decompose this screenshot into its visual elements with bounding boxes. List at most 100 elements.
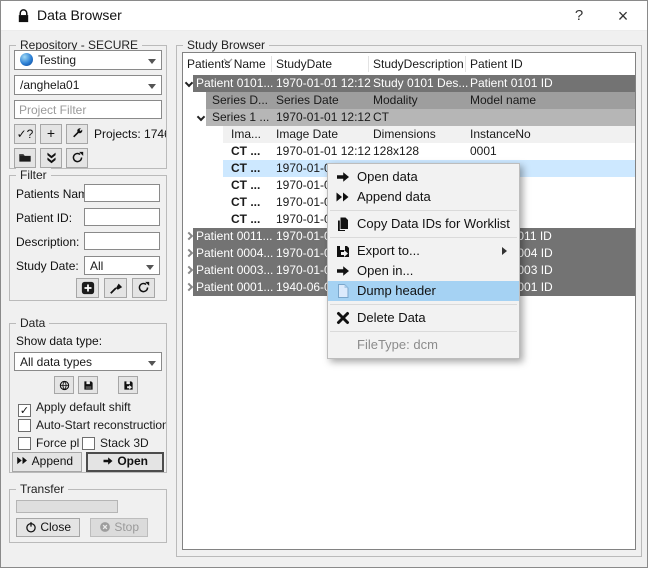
menu-separator xyxy=(330,210,517,211)
cell: CT ... xyxy=(231,211,260,228)
stack-3d-checkbox[interactable]: Stack 3D xyxy=(82,436,166,450)
cell: 1970-01-0 xyxy=(276,228,331,245)
chevron-down-icon xyxy=(148,59,156,68)
patients-name-label: Patients Name xyxy=(16,187,84,201)
table-row[interactable]: Patient 0101...1970-01-01 12:12Study 010… xyxy=(183,75,635,92)
menu-item-dump-header[interactable]: Dump header xyxy=(328,281,519,301)
arrow-right-icon xyxy=(335,169,351,185)
cell: Image Date xyxy=(276,126,338,143)
projects-count-label: Projects: 1746/1 xyxy=(94,127,166,141)
cell: 1970-01-01 12:12 xyxy=(276,109,371,126)
project-filter-input[interactable] xyxy=(14,100,162,119)
apply-default-shift-checkbox[interactable]: ✓Apply default shift xyxy=(18,400,164,417)
table-row[interactable]: CT ...1970-01-01 12:12128x1280001 xyxy=(183,143,635,160)
table-row[interactable]: Ima...Image DateDimensionsInstanceNo xyxy=(183,126,635,143)
menu-item-copy-data-ids-for-worklist[interactable]: Copy Data IDs for Worklist xyxy=(328,214,519,234)
open-project-button[interactable] xyxy=(14,148,36,168)
menu-item-label: Append data xyxy=(357,189,431,204)
close-window-button[interactable]: × xyxy=(605,1,641,31)
chevron-right-icon[interactable] xyxy=(185,283,193,291)
cell: Dimensions xyxy=(373,126,436,143)
menu-item-append-data[interactable]: Append data xyxy=(328,187,519,207)
study-browser-label: Study Browser xyxy=(183,38,269,52)
cell: Patient 0011... xyxy=(196,228,273,245)
data-type-value: All data types xyxy=(20,355,92,369)
table-header: Patients Name StudyDate StudyDescription… xyxy=(183,53,635,75)
refresh-icon xyxy=(71,151,84,165)
transfer-group-label: Transfer xyxy=(16,482,68,496)
column-header-study-description[interactable]: StudyDescription xyxy=(373,57,464,71)
globe-icon xyxy=(59,378,70,392)
delete-icon xyxy=(335,310,351,326)
description-input[interactable] xyxy=(84,232,160,250)
save-arrow-icon xyxy=(123,378,134,392)
server-select-value: Testing xyxy=(38,53,76,67)
menu-item-label: Export to... xyxy=(357,243,420,258)
menu-item-delete-data[interactable]: Delete Data xyxy=(328,308,519,328)
clear-filter-button[interactable] xyxy=(104,278,127,298)
menu-item-filetype-dcm: FileType: dcm xyxy=(328,335,519,355)
settings-button[interactable] xyxy=(66,124,88,144)
column-header-patients-name[interactable]: Patients Name xyxy=(187,57,266,71)
force-planar-checkbox[interactable]: Force pl xyxy=(18,436,80,450)
stop-transfer-button[interactable]: Stop xyxy=(90,518,148,537)
save-icon xyxy=(83,378,94,392)
menu-separator xyxy=(330,331,517,332)
menu-item-label: Open in... xyxy=(357,263,413,278)
row-band xyxy=(206,92,635,109)
user-select[interactable]: /anghela01 xyxy=(14,75,162,95)
cell: 0001 xyxy=(470,143,497,160)
cell: 1970-01-01 12:12 xyxy=(276,143,371,160)
verify-projects-button[interactable]: ✓? xyxy=(14,124,36,144)
refresh-filter-button[interactable] xyxy=(132,278,155,298)
chevron-down-icon[interactable] xyxy=(185,79,193,87)
chevron-down-icon xyxy=(148,84,156,93)
study-date-select[interactable]: All xyxy=(84,256,160,275)
download-project-button[interactable] xyxy=(40,148,62,168)
filter-group: Filter Patients Name Patient ID: Descrip… xyxy=(9,175,167,301)
append-button[interactable]: Append xyxy=(12,452,82,472)
refresh-projects-button[interactable] xyxy=(66,148,88,168)
load-data-button[interactable] xyxy=(54,376,74,394)
patients-name-input[interactable] xyxy=(84,184,160,202)
server-select[interactable]: Testing xyxy=(14,50,162,70)
context-menu: Open data Append data Copy Data IDs for Wo… xyxy=(327,163,520,359)
open-button[interactable]: Open xyxy=(86,452,164,472)
menu-item-export-to[interactable]: Export to... xyxy=(328,241,519,261)
add-project-button[interactable]: + xyxy=(40,124,62,144)
auto-start-reconstruction-checkbox[interactable]: Auto-Start reconstruction xyxy=(18,418,166,432)
close-transfer-button[interactable]: Close xyxy=(16,518,80,537)
arrow-right-icon xyxy=(335,263,351,279)
checkbox-icon xyxy=(18,419,31,432)
patient-id-input[interactable] xyxy=(84,208,160,226)
menu-item-open-in[interactable]: Open in... xyxy=(328,261,519,281)
cell: Series 1 ... xyxy=(212,109,269,126)
cell: CT ... xyxy=(231,177,260,194)
chevron-down-icon[interactable] xyxy=(197,113,205,121)
table-row[interactable]: Series 1 ...1970-01-01 12:12CT xyxy=(183,109,635,126)
column-header-study-date[interactable]: StudyDate xyxy=(276,57,332,71)
export-data-button[interactable] xyxy=(118,376,138,394)
double-chevron-down-icon xyxy=(45,151,58,165)
add-filter-button[interactable] xyxy=(76,278,99,298)
chevron-right-icon[interactable] xyxy=(185,266,193,274)
menu-item-label: FileType: dcm xyxy=(357,337,438,352)
data-browser-window: Data Browser ? × Repository - SECURE Tes… xyxy=(0,0,648,568)
chevron-right-icon[interactable] xyxy=(185,249,193,257)
chevron-right-icon[interactable] xyxy=(185,232,193,240)
data-type-select[interactable]: All data types xyxy=(14,352,162,371)
power-icon xyxy=(25,520,37,534)
filter-group-label: Filter xyxy=(16,168,51,182)
menu-item-open-data[interactable]: Open data xyxy=(328,167,519,187)
column-header-patient-id[interactable]: Patient ID xyxy=(470,57,523,71)
broom-icon xyxy=(109,281,123,296)
table-row[interactable]: Series D...Series DateModalityModel name xyxy=(183,92,635,109)
title-bar: Data Browser ? × xyxy=(1,1,647,31)
save-data-button[interactable] xyxy=(78,376,98,394)
menu-item-label: Open data xyxy=(357,169,418,184)
show-data-type-label: Show data type: xyxy=(16,334,102,348)
copy-icon xyxy=(335,216,351,232)
help-button[interactable]: ? xyxy=(561,1,597,31)
cell: 128x128 xyxy=(373,143,419,160)
wrench-icon xyxy=(71,127,84,141)
